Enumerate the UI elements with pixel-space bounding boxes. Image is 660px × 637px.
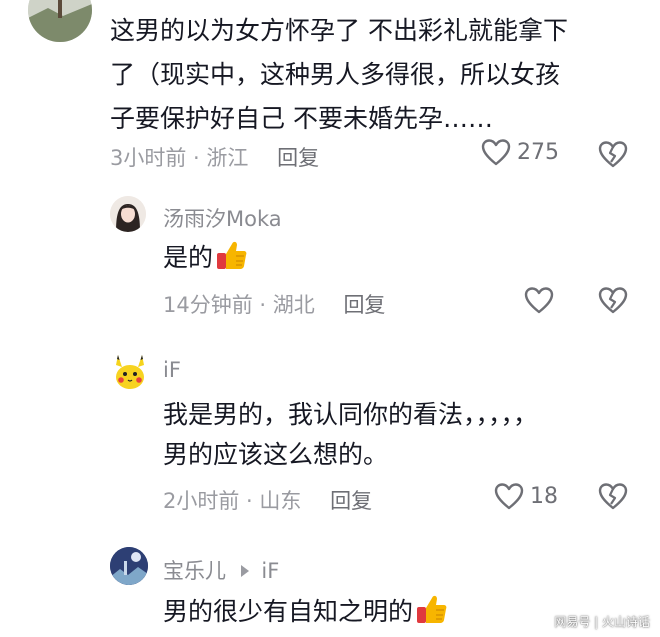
reply-button[interactable]: 回复 (343, 293, 385, 317)
like-count: 18 (530, 483, 558, 509)
reply-text: 是的 (163, 238, 249, 283)
girl-avatar-icon[interactable] (110, 196, 146, 232)
reply-username[interactable]: 汤雨汐Moka (163, 203, 282, 233)
comment-text-line-2: 了（现实中，这种男人多得很，所以女孩 (110, 60, 561, 89)
reply-meta: 14分钟前 · 湖北 回复 (163, 289, 385, 319)
broken-heart-icon (598, 287, 628, 314)
reply-text: 男的很少有自知之明的 (163, 592, 449, 637)
dislike-button[interactable] (598, 286, 628, 318)
reply-button[interactable]: 回复 (277, 146, 319, 170)
watermark: 网易号 | 火山诗话 (554, 615, 650, 629)
reply-to-username[interactable]: iF (261, 559, 279, 583)
like-button[interactable]: 18 (494, 482, 558, 510)
dislike-button[interactable] (598, 140, 628, 172)
heart-icon (524, 287, 554, 314)
reply-button[interactable]: 回复 (330, 489, 372, 513)
reply-text-content: 是的 (163, 243, 214, 272)
reply-username-label[interactable]: 宝乐儿 (163, 559, 226, 583)
comment-text-line-3: 子要保护好自己 不要未婚先孕…… (110, 104, 493, 133)
dislike-button[interactable] (598, 482, 628, 514)
broken-heart-icon (598, 141, 628, 168)
night-scene-avatar-icon[interactable] (110, 547, 148, 585)
thumbs-up-icon (215, 238, 249, 283)
reply-meta: 2小时前 · 山东 回复 (163, 485, 372, 515)
broken-heart-icon (598, 483, 628, 510)
reply-arrow-icon (240, 565, 249, 577)
heart-icon (494, 483, 524, 510)
reply-username: 宝乐儿 iF (163, 555, 279, 585)
like-button[interactable] (524, 286, 554, 314)
landscape-avatar-icon[interactable] (28, 0, 92, 42)
reply-username[interactable]: iF (163, 358, 181, 382)
reply-time-location: 2小时前 · 山东 (163, 489, 302, 513)
comment-text-line-1: 这男的以为女方怀孕了 不出彩礼就能拿下 (110, 16, 568, 45)
reply-text-content: 男的很少有自知之明的 (163, 597, 414, 626)
heart-icon (481, 139, 511, 166)
reply-time-location: 14分钟前 · 湖北 (163, 293, 315, 317)
reply-text-line-2: 男的应该这么想的。 (163, 440, 389, 469)
reply-text-line-1: 我是男的，我认同你的看法，，，，， (163, 400, 539, 429)
like-count: 275 (517, 139, 559, 165)
thumbs-up-icon (415, 592, 449, 637)
comment-meta: 3小时前 · 浙江 回复 (110, 142, 319, 172)
pikachu-avatar-icon[interactable] (110, 351, 150, 391)
comment-time-location: 3小时前 · 浙江 (110, 146, 249, 170)
like-button[interactable]: 275 (481, 138, 559, 166)
